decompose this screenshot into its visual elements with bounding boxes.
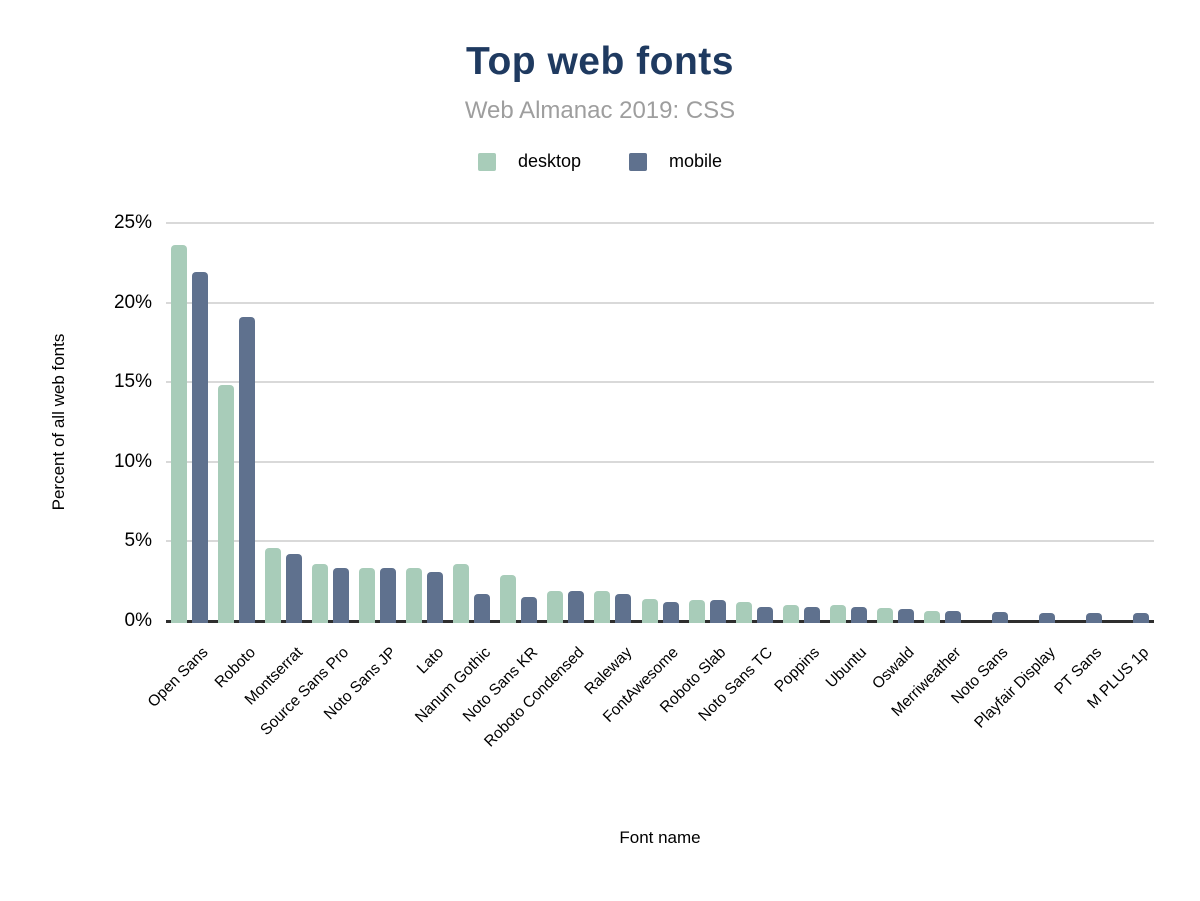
mobile-bar-ubuntu[interactable] — [851, 607, 867, 623]
mobile-bar-nanum-gothic[interactable] — [474, 594, 490, 623]
mobile-bar-fontawesome[interactable] — [663, 602, 679, 623]
chart-figure: Top web fonts Web Almanac 2019: CSS desk… — [0, 0, 1200, 901]
mobile-bar-open-sans[interactable] — [192, 272, 208, 623]
y-tick-label: 10% — [82, 451, 152, 473]
desktop-swatch-icon — [478, 153, 496, 171]
chart-title: Top web fonts — [0, 40, 1200, 84]
mobile-bar-merriweather[interactable] — [945, 611, 961, 623]
legend-label-mobile: mobile — [669, 151, 722, 172]
mobile-bar-playfair-display[interactable] — [1039, 613, 1055, 623]
desktop-bar-roboto[interactable] — [218, 385, 234, 623]
mobile-bar-noto-sans-tc[interactable] — [757, 607, 773, 623]
mobile-bar-montserrat[interactable] — [286, 554, 302, 623]
mobile-bar-raleway[interactable] — [615, 594, 631, 623]
desktop-bar-roboto-condensed[interactable] — [547, 591, 563, 623]
gridline-15 — [166, 381, 1154, 383]
x-tick-label: Poppins — [772, 644, 824, 696]
desktop-bar-nanum-gothic[interactable] — [453, 564, 469, 623]
mobile-bar-noto-sans-jp[interactable] — [380, 568, 396, 623]
mobile-swatch-icon — [629, 153, 647, 171]
mobile-bar-pt-sans[interactable] — [1086, 613, 1102, 623]
desktop-bar-lato[interactable] — [406, 568, 422, 623]
mobile-bar-roboto-condensed[interactable] — [568, 591, 584, 623]
desktop-bar-raleway[interactable] — [594, 591, 610, 623]
desktop-bar-noto-sans-kr[interactable] — [500, 575, 516, 623]
gridline-20 — [166, 302, 1154, 304]
x-tick-label: Playfair Display — [971, 644, 1059, 732]
desktop-bar-merriweather[interactable] — [924, 611, 940, 623]
desktop-bar-montserrat[interactable] — [265, 548, 281, 623]
desktop-bar-noto-sans-tc[interactable] — [736, 602, 752, 623]
mobile-bar-m-plus-1p[interactable] — [1133, 613, 1149, 623]
desktop-bar-ubuntu[interactable] — [830, 605, 846, 623]
legend-item-mobile: mobile — [629, 151, 722, 172]
mobile-bar-oswald[interactable] — [898, 609, 914, 623]
x-axis-title: Font name — [166, 828, 1154, 848]
desktop-bar-fontawesome[interactable] — [642, 599, 658, 623]
gridline-25 — [166, 222, 1154, 224]
desktop-bar-oswald[interactable] — [877, 608, 893, 623]
desktop-bar-open-sans[interactable] — [171, 245, 187, 623]
mobile-bar-poppins[interactable] — [804, 607, 820, 623]
mobile-bar-noto-sans-kr[interactable] — [521, 597, 537, 623]
mobile-bar-roboto-slab[interactable] — [710, 600, 726, 623]
x-tick-label: Lato — [413, 644, 447, 678]
mobile-bar-noto-sans[interactable] — [992, 612, 1008, 623]
desktop-bar-roboto-slab[interactable] — [689, 600, 705, 623]
mobile-bar-source-sans-pro[interactable] — [333, 568, 349, 623]
chart-subtitle: Web Almanac 2019: CSS — [0, 97, 1200, 125]
y-tick-label: 20% — [82, 292, 152, 314]
y-tick-label: 5% — [82, 530, 152, 552]
desktop-bar-source-sans-pro[interactable] — [312, 564, 328, 623]
y-tick-label: 0% — [82, 610, 152, 632]
y-axis-title: Percent of all web fonts — [49, 334, 69, 511]
desktop-bar-noto-sans-jp[interactable] — [359, 568, 375, 623]
y-tick-label: 15% — [82, 371, 152, 393]
y-tick-label: 25% — [82, 212, 152, 234]
gridline-10 — [166, 461, 1154, 463]
gridline-5 — [166, 540, 1154, 542]
x-tick-label: Ubuntu — [823, 644, 871, 692]
mobile-bar-lato[interactable] — [427, 572, 443, 623]
mobile-bar-roboto[interactable] — [239, 317, 255, 623]
chart-legend: desktop mobile — [0, 151, 1200, 172]
x-tick-label: Open Sans — [145, 644, 213, 712]
legend-label-desktop: desktop — [518, 151, 581, 172]
desktop-bar-poppins[interactable] — [783, 605, 799, 623]
legend-item-desktop: desktop — [478, 151, 581, 172]
